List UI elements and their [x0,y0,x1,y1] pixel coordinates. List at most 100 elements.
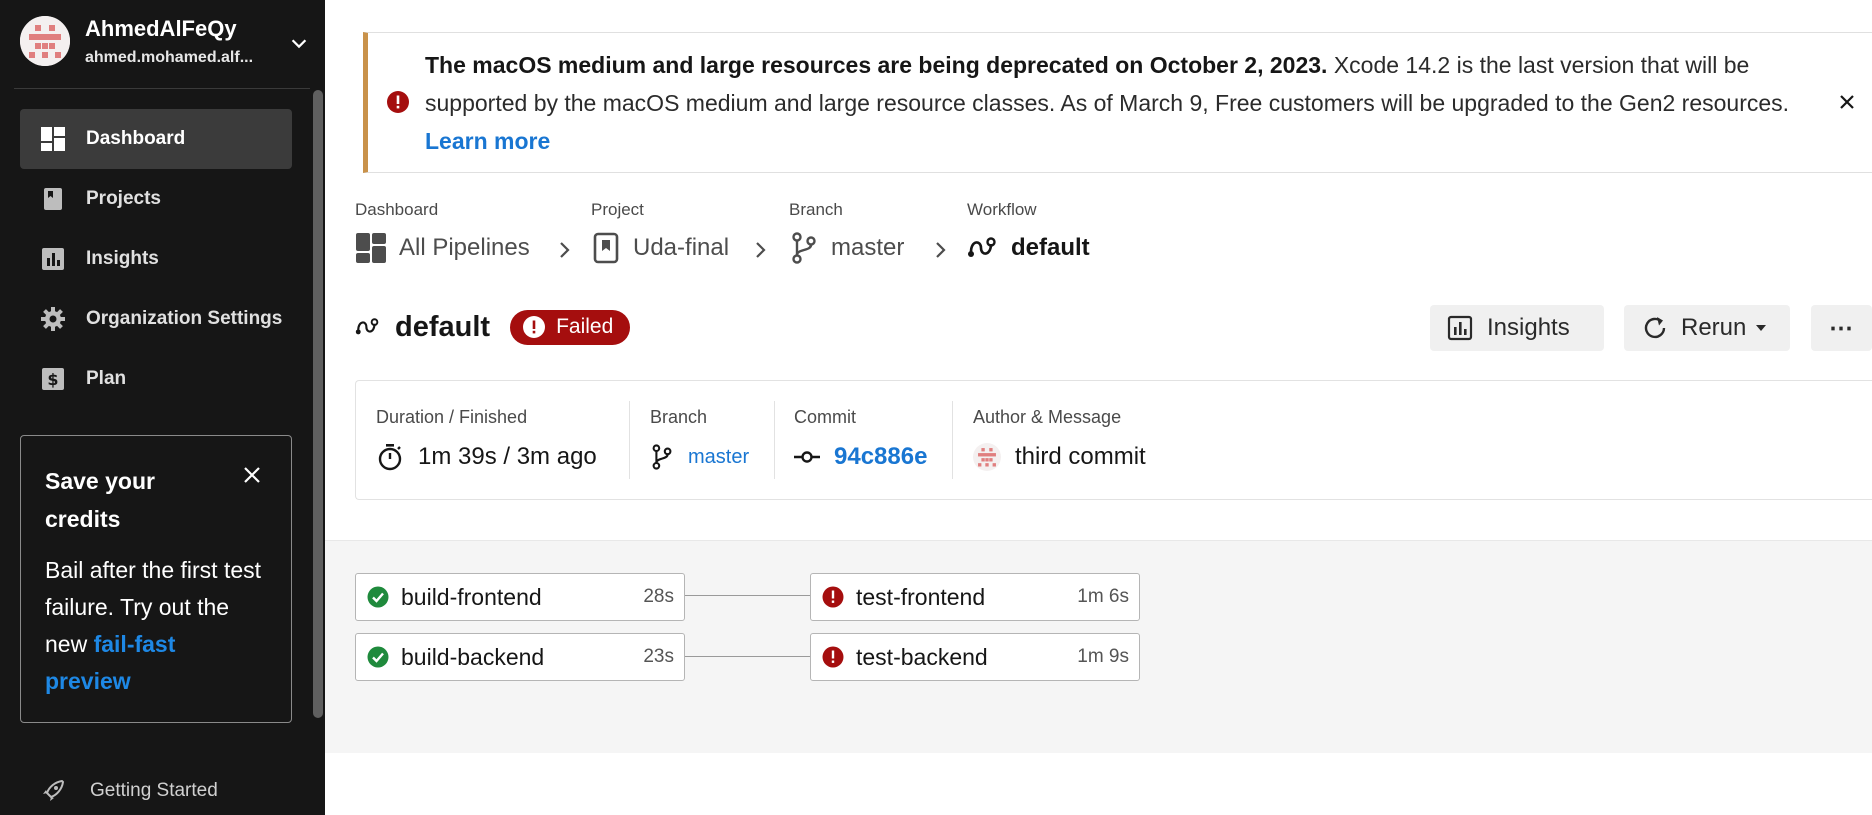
org-name: AhmedAlFeQy [85,16,237,41]
status-text: Failed [556,315,614,338]
org-avatar [20,16,70,66]
breadcrumb-value: master [789,232,904,264]
learn-more-link[interactable]: Learn more [425,128,550,154]
dashboard-icon [40,126,66,152]
more-options-button[interactable]: ⋯ [1811,305,1872,351]
sidebar-item-getting-started[interactable]: Getting Started [40,778,218,804]
insights-icon [40,246,66,272]
breadcrumb-text: master [831,234,905,261]
bookmark-icon [593,232,619,264]
workflow-icon [355,318,379,335]
job-duration: 23s [643,646,674,667]
sidebar-scrollbar[interactable] [313,90,323,718]
org-switcher[interactable]: AhmedAlFeQy ahmed.mohamed.alf... [20,14,310,72]
duration-text: 1m 39s / 3m ago [418,443,597,470]
sidebar-item-plan[interactable]: $ Plan [20,349,292,409]
chevron-down-icon[interactable] [288,32,310,54]
breadcrumb-workflow[interactable]: Workflow default [967,200,1090,261]
commit-message: third commit [1015,443,1146,470]
breadcrumb-value: default [967,232,1090,264]
refresh-icon [1644,317,1666,339]
breadcrumb-text: default [1011,234,1090,261]
job-name: build-frontend [401,583,542,610]
commit-link[interactable]: 94c886e [834,443,927,471]
pipeline-details-card: Duration / Finished 1m 39s / 3m ago Bran… [355,380,1872,500]
pipelines-icon [356,233,386,263]
divider [774,401,775,479]
job-connector [685,595,811,596]
chevron-right-icon [936,242,946,258]
status-badge: Failed [510,309,631,345]
sidebar-item-dashboard[interactable]: Dashboard [20,109,292,169]
gear-icon [40,306,66,332]
sidebar-item-label: Organization Settings [86,308,283,329]
insights-button[interactable]: Insights [1430,305,1604,351]
insights-icon [1447,315,1473,341]
duration-value: 1m 39s / 3m ago [376,443,597,471]
sidebar-item-insights[interactable]: Insights [20,229,292,289]
breadcrumb-label: Branch [789,200,843,219]
rerun-button[interactable]: Rerun [1624,305,1790,351]
avatar [973,443,1001,471]
job-test-frontend[interactable]: test-frontend 1m 6s [810,573,1140,621]
breadcrumb-dashboard[interactable]: Dashboard All Pipelines [355,200,530,263]
sidebar-item-label: Dashboard [86,128,186,149]
job-build-frontend[interactable]: build-frontend 28s [355,573,685,621]
branch-link[interactable]: master [688,446,749,469]
success-icon [367,586,389,608]
job-build-backend[interactable]: build-backend 23s [355,633,685,681]
workflow-graph: build-frontend 28s build-backend 23s tes… [325,540,1872,753]
breadcrumb-label: Workflow [967,200,1037,219]
breadcrumb-text: All Pipelines [399,234,530,261]
chevron-right-icon [756,242,766,258]
rerun-button-label: Rerun [1681,314,1747,341]
insights-button-label: Insights [1487,314,1570,341]
breadcrumb-project[interactable]: Project Uda-final [591,200,729,264]
close-icon[interactable] [1836,91,1858,113]
job-name: test-frontend [856,583,986,610]
divider [952,401,953,479]
promo-title: Save your credits [45,468,155,532]
rocket-icon [43,779,65,801]
sidebar-item-label: Plan [86,368,127,389]
sidebar-nav: Dashboard Projects Insights Organization… [20,109,292,409]
breadcrumb-value: All Pipelines [355,232,530,264]
error-icon [387,91,409,113]
sidebar-item-label: Insights [86,248,159,269]
breadcrumb-branch[interactable]: Branch master [789,200,904,264]
branch-icon [652,444,672,470]
branch-label: Branch [650,407,708,427]
job-duration: 1m 9s [1077,646,1129,667]
deprecation-banner: The macOS medium and large resources are… [363,32,1872,173]
dollar-icon: $ [40,366,66,392]
breadcrumb-value: Uda-final [591,232,729,264]
branch-icon [792,232,816,264]
close-icon[interactable] [241,464,263,486]
banner-message: The macOS medium and large resources are… [425,46,1795,160]
job-duration: 28s [643,586,674,607]
job-name: test-backend [856,643,988,670]
breadcrumb-label: Dashboard [355,200,439,219]
success-icon [367,646,389,668]
org-email: ahmed.mohamed.alf... [85,49,254,66]
workflow-icon [968,237,996,257]
banner-bold-text: The macOS medium and large resources are… [425,52,1328,78]
sidebar-item-organization-settings[interactable]: Organization Settings [20,289,292,349]
job-connector [685,656,811,657]
sidebar-item-projects[interactable]: Projects [20,169,292,229]
stopwatch-icon [378,444,402,471]
breadcrumb-label: Project [591,200,644,219]
duration-label: Duration / Finished [376,407,528,427]
branch-value: master [650,443,749,471]
author-value: third commit [973,443,1146,471]
caret-down-icon [1756,325,1767,331]
chevron-right-icon [560,242,570,258]
svg-text:$: $ [47,370,58,389]
commit-label: Commit [794,407,856,427]
error-icon [523,316,546,338]
error-icon [822,586,844,608]
job-test-backend[interactable]: test-backend 1m 9s [810,633,1140,681]
sidebar-item-label: Projects [86,188,161,209]
breadcrumb-text: Uda-final [633,234,730,261]
sidebar: AhmedAlFeQy ahmed.mohamed.alf... Dashboa… [0,0,325,815]
